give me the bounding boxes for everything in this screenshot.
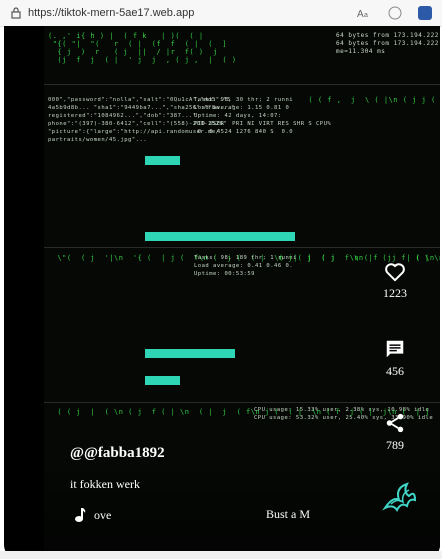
music-label: ove bbox=[94, 507, 112, 522]
post-username[interactable]: @@fabba1892 bbox=[70, 445, 165, 462]
extension-icon[interactable] bbox=[416, 4, 434, 22]
url-text[interactable]: https://tiktok-mern-5ae17.web.app bbox=[28, 7, 194, 19]
music-info[interactable]: ove bbox=[74, 507, 111, 523]
divider bbox=[44, 84, 440, 85]
record-disc-icon[interactable] bbox=[379, 478, 419, 518]
like-action[interactable]: 1223 bbox=[372, 262, 418, 301]
divider bbox=[44, 247, 440, 248]
cpu-bar bbox=[145, 156, 180, 165]
reader-mode-icon[interactable]: Aa bbox=[356, 4, 374, 22]
song-ticker: Bust a M bbox=[266, 507, 311, 521]
comment-count: 456 bbox=[386, 364, 404, 378]
ping-output: 64 bytes from 173.194.222.2: icmp_seq=21… bbox=[336, 32, 440, 55]
share-count: 789 bbox=[386, 438, 404, 452]
svg-text:A: A bbox=[357, 9, 364, 20]
process-row-bar bbox=[145, 376, 180, 385]
share-action[interactable]: 789 bbox=[372, 412, 418, 453]
share-icon[interactable] bbox=[384, 412, 406, 434]
lock-icon[interactable] bbox=[10, 7, 22, 19]
comment-action[interactable]: 456 bbox=[372, 338, 418, 379]
svg-text:a: a bbox=[364, 12, 368, 19]
comment-icon[interactable] bbox=[384, 338, 406, 360]
post-caption: it fokken werk bbox=[70, 477, 140, 491]
process-header-bar bbox=[145, 349, 235, 358]
heart-icon[interactable] bbox=[384, 262, 406, 282]
like-count: 1223 bbox=[383, 286, 407, 300]
music-note-icon bbox=[75, 508, 86, 522]
profile-icon[interactable] bbox=[386, 4, 404, 22]
page-bottom-strip bbox=[0, 551, 442, 559]
function-key-bar bbox=[145, 232, 295, 241]
matrix-text-top: (. ,' i{ h ) | ( f k | )( ( | "{( "| "( … bbox=[48, 32, 237, 64]
divider bbox=[44, 402, 440, 403]
browser-address-bar: https://tiktok-mern-5ae17.web.app Aa bbox=[0, 0, 442, 27]
